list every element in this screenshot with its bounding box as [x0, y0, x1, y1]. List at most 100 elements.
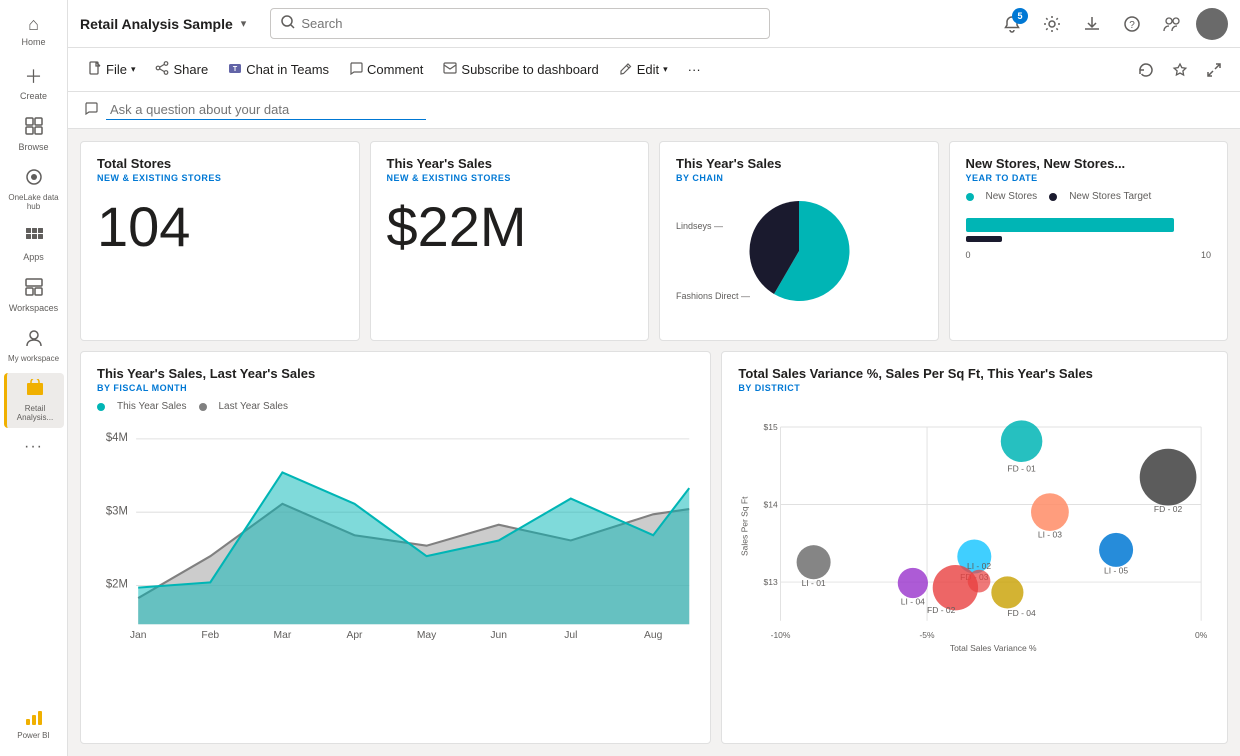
svg-text:LI - 02: LI - 02 — [967, 561, 991, 571]
top-icons: 5 ? — [996, 8, 1228, 40]
this-year-sales-title: This Year's Sales — [387, 156, 633, 171]
sidebar-item-onelake-label: OneLake data hub — [8, 193, 60, 211]
svg-text:Jun: Jun — [490, 630, 507, 640]
edit-label: Edit — [637, 62, 659, 77]
notifications-button[interactable]: 5 — [996, 8, 1028, 40]
svg-text:FD - 01: FD - 01 — [1008, 463, 1037, 473]
file-button[interactable]: File ▾ — [80, 57, 143, 82]
total-stores-subtitle: NEW & EXISTING STORES — [97, 173, 343, 183]
new-stores-bar — [966, 218, 1175, 232]
svg-text:Feb: Feb — [201, 630, 219, 640]
comment-icon — [349, 61, 363, 78]
sidebar-item-home-label: Home — [21, 37, 45, 47]
file-icon — [88, 61, 102, 78]
sidebar-item-home[interactable]: ⌂ Home — [4, 8, 64, 53]
svg-text:$15: $15 — [764, 422, 778, 432]
scatter-card[interactable]: Total Sales Variance %, Sales Per Sq Ft,… — [721, 351, 1228, 744]
svg-text:T: T — [233, 66, 238, 73]
svg-text:FD - 02: FD - 02 — [1154, 504, 1183, 514]
svg-text:$13: $13 — [764, 577, 778, 587]
refresh-button[interactable] — [1132, 56, 1160, 84]
sidebar-item-apps[interactable]: Apps — [4, 221, 64, 268]
sidebar-item-browse-label: Browse — [18, 142, 48, 152]
search-input[interactable] — [301, 16, 759, 31]
legend-last-year: Last Year Sales — [219, 401, 289, 412]
this-year-sales-card[interactable]: This Year's Sales NEW & EXISTING STORES … — [370, 141, 650, 341]
share-button[interactable]: Share — [147, 57, 216, 82]
favorite-button[interactable] — [1166, 56, 1194, 84]
toolbar-right — [1132, 56, 1228, 84]
sidebar: ⌂ Home ＋ Create Browse OneLake data hub … — [0, 0, 68, 756]
line-chart-legend: This Year Sales Last Year Sales — [97, 401, 694, 412]
sidebar-item-more[interactable]: ··· — [4, 432, 64, 462]
contacts-button[interactable] — [1156, 8, 1188, 40]
new-stores-subtitle: YEAR TO DATE — [966, 173, 1212, 183]
svg-text:LI - 01: LI - 01 — [802, 578, 826, 588]
sidebar-item-workspaces[interactable]: Workspaces — [4, 272, 64, 319]
fullscreen-button[interactable] — [1200, 56, 1228, 84]
scatter-subtitle: BY DISTRICT — [738, 383, 1211, 393]
sales-by-chain-card[interactable]: This Year's Sales BY CHAIN Lindseys — F — [659, 141, 939, 341]
onelake-icon — [25, 168, 43, 191]
apps-icon — [25, 227, 43, 250]
svg-text:Jul: Jul — [564, 630, 577, 640]
chat-button[interactable]: T Chat in Teams — [220, 57, 337, 82]
help-button[interactable]: ? — [1116, 8, 1148, 40]
line-chart-card[interactable]: This Year's Sales, Last Year's Sales BY … — [80, 351, 711, 744]
powerbi-logo: Power BI — [17, 697, 49, 748]
retail-icon — [26, 379, 44, 402]
powerbi-label: Power BI — [17, 731, 49, 740]
svg-text:Aug: Aug — [644, 630, 663, 640]
user-avatar[interactable] — [1196, 8, 1228, 40]
sidebar-item-myworkspace[interactable]: My workspace — [4, 323, 64, 369]
app-title: Retail Analysis Sample — [80, 16, 233, 32]
qa-input[interactable] — [106, 100, 426, 120]
sidebar-item-retail[interactable]: Retail Analysis... — [4, 373, 64, 428]
svg-text:$14: $14 — [764, 499, 778, 509]
subscribe-label: Subscribe to dashboard — [461, 62, 598, 77]
total-stores-card[interactable]: Total Stores NEW & EXISTING STORES 104 — [80, 141, 360, 341]
pie-label-fashions: Fashions Direct — — [676, 291, 750, 301]
sales-by-chain-title: This Year's Sales — [676, 156, 922, 171]
new-stores-card[interactable]: New Stores, New Stores... YEAR TO DATE N… — [949, 141, 1229, 341]
subscribe-button[interactable]: Subscribe to dashboard — [435, 57, 606, 82]
search-bar[interactable] — [270, 8, 770, 39]
chat-label: Chat in Teams — [246, 62, 329, 77]
qa-bar — [68, 92, 1240, 129]
pie-label-lindseys: Lindseys — — [676, 221, 723, 231]
sidebar-item-browse[interactable]: Browse — [4, 111, 64, 158]
line-chart-title: This Year's Sales, Last Year's Sales — [97, 366, 694, 381]
share-label: Share — [173, 62, 208, 77]
more-button[interactable]: ··· — [680, 58, 709, 81]
sidebar-item-apps-label: Apps — [23, 252, 44, 262]
dropdown-arrow-icon[interactable]: ▾ — [241, 17, 247, 30]
download-button[interactable] — [1076, 8, 1108, 40]
settings-button[interactable] — [1036, 8, 1068, 40]
edit-button[interactable]: Edit ▾ — [611, 57, 676, 82]
sidebar-item-create[interactable]: ＋ Create — [4, 57, 64, 107]
comment-button[interactable]: Comment — [341, 57, 431, 82]
sidebar-item-onelake[interactable]: OneLake data hub — [4, 162, 64, 217]
svg-text:$4M: $4M — [106, 432, 128, 444]
edit-icon — [619, 61, 633, 78]
file-label: File — [106, 62, 127, 77]
target-bar — [966, 236, 1003, 242]
sidebar-item-retail-label: Retail Analysis... — [11, 404, 60, 422]
scatter-svg: Sales Per Sq Ft $15 $14 $13 — [738, 401, 1211, 661]
svg-text:LI - 03: LI - 03 — [1038, 530, 1062, 540]
myworkspace-icon — [25, 329, 43, 352]
teams-icon: T — [228, 61, 242, 78]
legend-this-year: This Year Sales — [117, 401, 187, 412]
toolbar: File ▾ Share T Chat in Teams Comment Su — [68, 48, 1240, 92]
area-chart-svg: $4M $3M $2M Jan — [97, 420, 694, 640]
svg-text:FD - 04: FD - 04 — [1008, 608, 1037, 618]
pie-chart — [739, 191, 859, 311]
home-icon: ⌂ — [28, 14, 39, 35]
total-stores-title: Total Stores — [97, 156, 343, 171]
main-area: Retail Analysis Sample ▾ 5 ? — [68, 0, 1240, 756]
legend-target: New Stores Target — [1069, 191, 1151, 202]
svg-text:LI - 05: LI - 05 — [1104, 566, 1128, 576]
sidebar-item-myworkspace-label: My workspace — [8, 354, 59, 363]
sidebar-item-create-label: Create — [20, 91, 47, 101]
dashboard: Total Stores NEW & EXISTING STORES 104 T… — [68, 129, 1240, 756]
